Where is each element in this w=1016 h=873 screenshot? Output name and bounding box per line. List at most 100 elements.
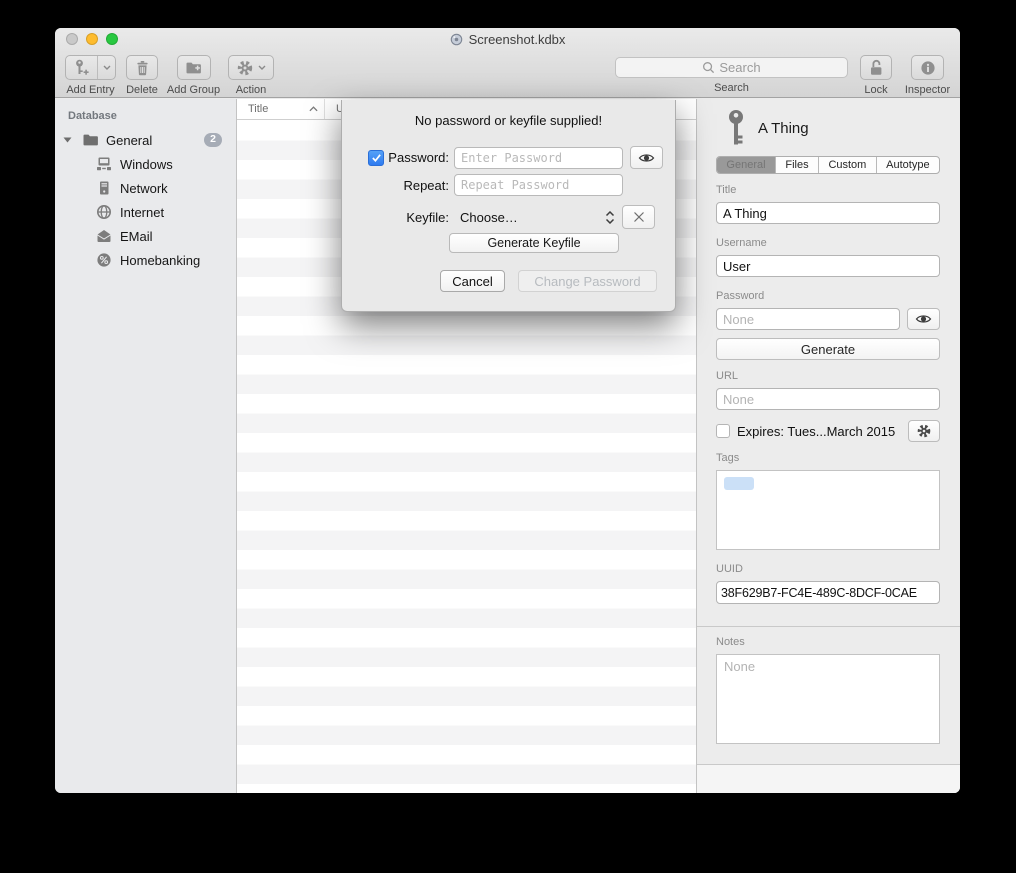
action-label: Action <box>236 84 267 96</box>
notes-field[interactable] <box>716 654 940 744</box>
tab-autotype[interactable]: Autotype <box>877 157 939 173</box>
sidebar-item-label: Windows <box>120 157 173 172</box>
add-group-button[interactable] <box>177 55 211 80</box>
unlocked-padlock-icon <box>868 59 884 76</box>
titlebar: Screenshot.kdbx <box>55 28 960 50</box>
lock-label: Lock <box>864 84 887 96</box>
sidebar-item-label: Internet <box>120 205 164 220</box>
inspector-button[interactable] <box>911 55 944 80</box>
trash-icon <box>135 60 150 76</box>
chevron-down-icon <box>103 65 111 70</box>
key-icon <box>726 109 746 147</box>
uuid-field-label: UUID <box>716 563 940 575</box>
cancel-button[interactable]: Cancel <box>440 270 505 292</box>
sidebar-section-header: Database <box>55 99 236 122</box>
inspector-tabs: General Files Custom Autotype <box>716 156 940 174</box>
password-field[interactable] <box>716 308 900 330</box>
reveal-password-button[interactable] <box>907 308 940 330</box>
gear-icon <box>237 60 253 76</box>
document-proxy-icon <box>450 33 463 46</box>
stepper-chevrons-icon <box>605 211 615 224</box>
close-x-icon <box>633 211 645 223</box>
action-button[interactable] <box>228 55 274 80</box>
add-entry-button[interactable] <box>65 55 116 80</box>
password-checkbox[interactable] <box>368 150 384 166</box>
key-plus-icon <box>74 59 89 76</box>
disclosure-triangle-icon[interactable] <box>63 137 72 143</box>
search-icon <box>702 61 715 74</box>
keyfile-value: Choose… <box>460 210 518 225</box>
expires-settings-button[interactable] <box>908 420 940 442</box>
add-entry-label: Add Entry <box>66 84 114 96</box>
inspector-footer <box>697 764 960 793</box>
title-field-label: Title <box>716 184 940 196</box>
enter-password-input[interactable] <box>454 147 623 169</box>
sidebar: Database General 2 Windows Network Inter… <box>55 99 237 793</box>
change-password-button[interactable]: Change Password <box>518 270 657 292</box>
password-field-label: Password <box>716 290 940 302</box>
title-field[interactable] <box>716 202 940 224</box>
tab-custom[interactable]: Custom <box>819 157 877 173</box>
password-label: Password: <box>388 150 449 165</box>
tag-token <box>724 477 754 490</box>
tags-field-label: Tags <box>716 452 940 464</box>
lock-button[interactable] <box>860 55 892 80</box>
sort-ascending-icon <box>309 106 318 112</box>
folder-icon <box>82 133 99 147</box>
delete-button[interactable] <box>126 55 158 80</box>
tab-general[interactable]: General <box>717 157 776 173</box>
inspector-panel: A Thing General Files Custom Autotype Ti… <box>696 99 960 793</box>
sidebar-item-label: General <box>106 133 152 148</box>
url-field-label: URL <box>716 370 940 382</box>
window-title: Screenshot.kdbx <box>469 32 566 47</box>
sidebar-item-windows[interactable]: Windows <box>55 152 236 176</box>
delete-label: Delete <box>126 84 158 96</box>
gear-icon <box>917 424 931 438</box>
sidebar-item-homebanking[interactable]: Homebanking <box>55 248 236 272</box>
checkmark-icon <box>371 153 382 163</box>
sidebar-item-label: Homebanking <box>120 253 200 268</box>
clear-keyfile-button[interactable] <box>622 205 655 229</box>
repeat-label: Repeat: <box>403 178 449 193</box>
divider <box>697 626 960 627</box>
sidebar-item-network[interactable]: Network <box>55 176 236 200</box>
reveal-password-button[interactable] <box>630 146 663 169</box>
inspector-label: Inspector <box>905 84 950 96</box>
titlebar-toolbar: Screenshot.kdbx Add Entry Delete <box>55 28 960 98</box>
tags-field[interactable] <box>716 470 940 550</box>
network-server-icon <box>96 180 112 196</box>
search-placeholder: Search <box>719 60 760 75</box>
uuid-field[interactable] <box>716 581 940 604</box>
change-password-sheet: No password or keyfile supplied! Passwor… <box>341 100 676 312</box>
search-input[interactable]: Search <box>615 57 848 78</box>
info-icon <box>920 60 936 76</box>
email-icon <box>96 229 112 243</box>
search-label: Search <box>714 82 749 94</box>
sidebar-item-label: EMail <box>120 229 153 244</box>
column-header-title[interactable]: Title <box>237 99 325 119</box>
generate-keyfile-button[interactable]: Generate Keyfile <box>449 233 619 253</box>
keyfile-popup[interactable]: Choose… <box>454 210 615 225</box>
repeat-password-input[interactable] <box>454 174 623 196</box>
sidebar-item-general[interactable]: General 2 <box>55 128 236 152</box>
username-field-label: Username <box>716 237 940 249</box>
internet-globe-icon <box>96 204 112 220</box>
generate-password-button[interactable]: Generate <box>716 338 940 360</box>
chevron-down-icon <box>258 65 266 70</box>
windows-network-icon <box>96 156 112 172</box>
tab-files[interactable]: Files <box>776 157 819 173</box>
sidebar-item-email[interactable]: EMail <box>55 224 236 248</box>
expires-checkbox[interactable] <box>716 424 730 438</box>
sheet-message: No password or keyfile supplied! <box>342 113 675 128</box>
url-field[interactable] <box>716 388 940 410</box>
folder-plus-icon <box>185 61 202 75</box>
eye-icon <box>915 313 932 325</box>
add-entry-dropdown[interactable] <box>98 56 115 79</box>
entry-count-badge: 2 <box>204 133 222 147</box>
expires-label: Expires: Tues...March 2015 <box>737 424 895 439</box>
sidebar-item-internet[interactable]: Internet <box>55 200 236 224</box>
username-field[interactable] <box>716 255 940 277</box>
sidebar-item-label: Network <box>120 181 168 196</box>
add-group-label: Add Group <box>167 84 220 96</box>
notes-field-label: Notes <box>716 636 940 648</box>
